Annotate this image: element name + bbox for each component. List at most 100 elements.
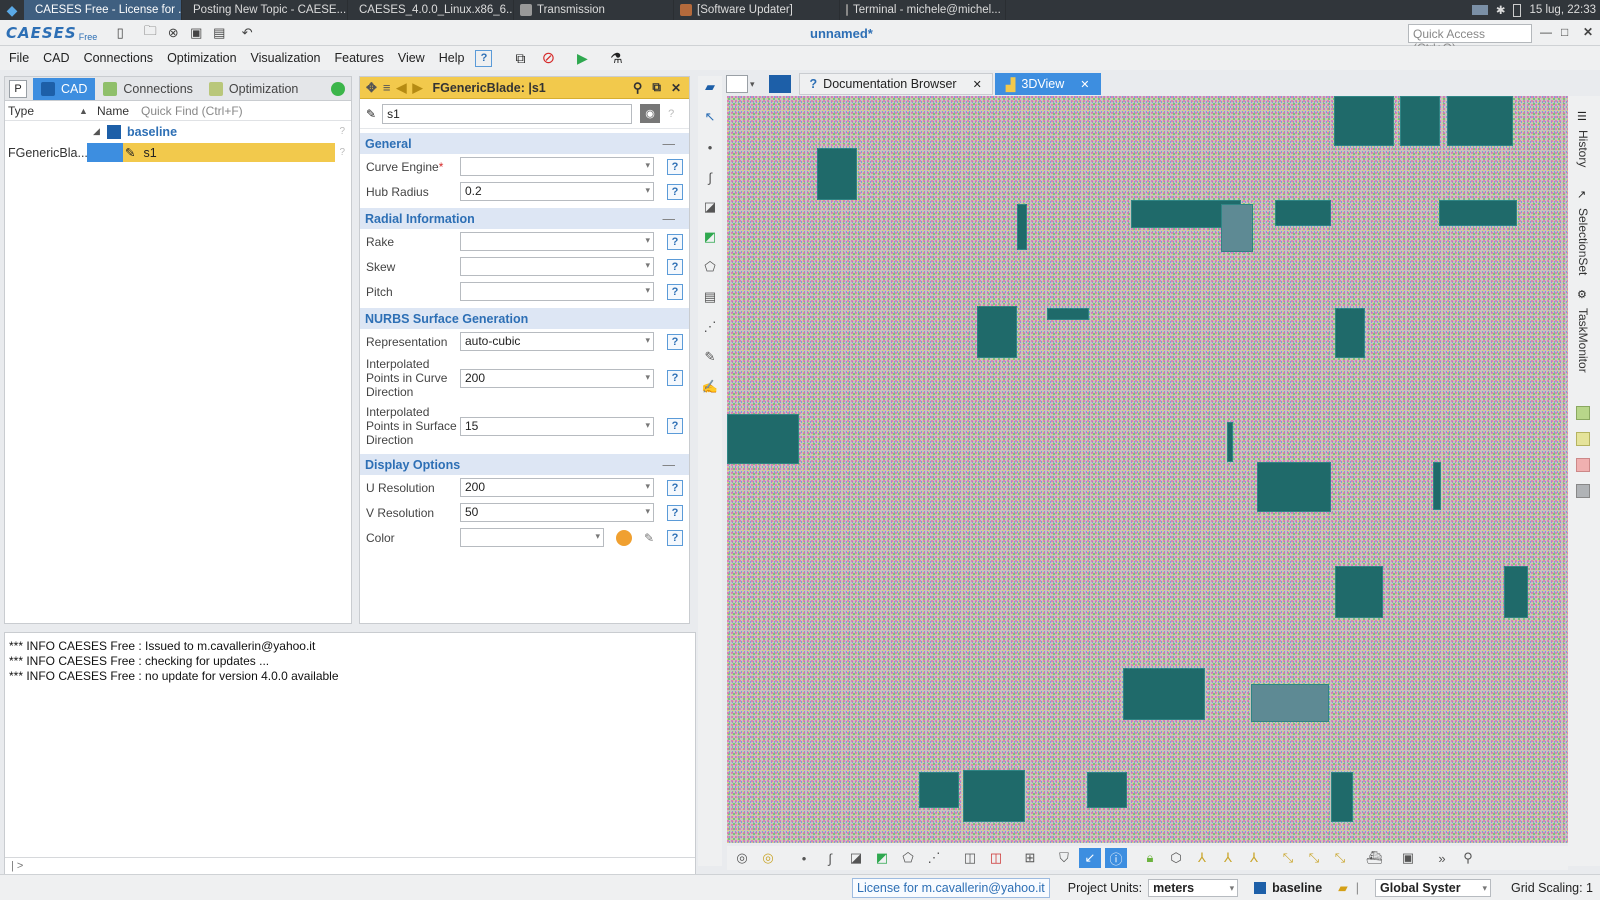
tree-item-baseline[interactable]: ◢ baseline ? xyxy=(5,121,351,142)
copy-window-icon[interactable]: ⧉ xyxy=(510,48,530,68)
copy-icon[interactable]: ⧉ xyxy=(652,80,661,95)
section-display-options[interactable]: Display Options — xyxy=(360,454,689,475)
close-project-icon[interactable]: ⊗ xyxy=(164,24,182,42)
clip-remove-icon[interactable]: ◫ xyxy=(985,848,1007,868)
view-x-icon[interactable]: ⤡ xyxy=(1277,848,1299,868)
clock[interactable]: 15 lug, 22:33 xyxy=(1529,4,1596,16)
surface-icon[interactable]: ◪ xyxy=(845,848,867,868)
v-resolution-input[interactable]: 50 ▾ xyxy=(460,503,654,522)
screenshot-icon[interactable]: ▣ xyxy=(1397,848,1419,868)
close-icon[interactable]: ✕ xyxy=(671,81,681,95)
help-button[interactable]: ? xyxy=(667,283,683,300)
maximize-icon[interactable]: □ xyxy=(1561,25,1568,39)
polyline-icon[interactable]: ⋰ xyxy=(701,318,719,336)
task-monitor-icon[interactable]: ⚙ xyxy=(1577,288,1587,301)
pin-icon[interactable]: ✥ xyxy=(366,80,377,96)
task-transmission[interactable]: Transmission xyxy=(514,0,674,20)
grid-icon[interactable]: ⊞ xyxy=(1019,848,1041,868)
lock-icon[interactable]: 🔒︎ xyxy=(1139,848,1161,868)
collapse-arrow-icon[interactable]: ◢ xyxy=(93,126,107,137)
tab-documentation-browser[interactable]: ? Documentation Browser ✕ xyxy=(798,73,993,95)
select-icon[interactable]: ↙ xyxy=(1079,848,1101,868)
history-icon[interactable]: ☰ xyxy=(1577,110,1587,123)
help-button[interactable]: ? xyxy=(667,529,683,546)
panel-toggle-icon[interactable]: ▯ xyxy=(111,24,129,42)
curve-icon[interactable]: ∫ xyxy=(701,168,719,186)
dropdown-arrow-icon[interactable]: ▾ xyxy=(645,372,650,383)
undo-icon[interactable]: ↶ xyxy=(238,24,256,42)
dropdown-arrow-icon[interactable]: ▾ xyxy=(595,531,600,542)
license-link[interactable]: License for m.cavallerin@yahoo.it xyxy=(852,877,1050,898)
blade-alt-icon[interactable]: ✍ xyxy=(701,378,719,396)
task-updater[interactable]: [Software Updater] xyxy=(674,0,840,20)
task-caeses[interactable]: CAESES Free - License for ... xyxy=(24,0,182,20)
tree-item-s1[interactable]: FGenericBla... ✎ s1 ? xyxy=(5,142,351,163)
axis-x-icon[interactable]: ⅄ xyxy=(1217,848,1239,868)
yellow-square-icon[interactable] xyxy=(1576,432,1590,446)
selection-icon[interactable]: ↗ xyxy=(1577,188,1586,201)
collapse-icon[interactable]: — xyxy=(663,212,676,226)
u-resolution-input[interactable]: 200 ▾ xyxy=(460,478,654,497)
representation-select[interactable]: auto-cubic ▾ xyxy=(460,332,654,351)
dropdown-arrow-icon[interactable]: ▾ xyxy=(645,506,650,517)
search-icon[interactable]: ⚲ xyxy=(633,80,643,96)
menu-connections[interactable]: Connections xyxy=(77,51,161,65)
help-icon[interactable]: ? xyxy=(668,108,674,120)
task-folder[interactable]: CAESES_4.0.0_Linux.x86_6... xyxy=(348,0,514,20)
color-picker-icon[interactable] xyxy=(616,529,632,546)
stop-icon[interactable]: ⊘ xyxy=(538,48,558,68)
help-icon[interactable]: ? xyxy=(475,49,493,67)
visibility-icon[interactable]: ◉ xyxy=(640,104,661,123)
tab-optimization[interactable]: Optimization xyxy=(201,78,306,100)
menu-file[interactable]: File xyxy=(2,51,36,65)
surface-green-icon[interactable]: ◩ xyxy=(701,228,719,246)
coordinate-system-select[interactable]: Global Syster ▾ xyxy=(1375,878,1492,897)
help-button[interactable]: ? xyxy=(667,479,683,496)
object-name-input[interactable]: s1 xyxy=(382,103,633,124)
polyline-icon[interactable]: ⋰ xyxy=(923,848,945,868)
interp-curve-input[interactable]: 200 ▾ xyxy=(460,368,654,388)
axis-xyz-icon[interactable]: ⅄ xyxy=(1191,848,1213,868)
collapse-icon[interactable]: — xyxy=(663,137,676,151)
help-button[interactable]: ? xyxy=(667,233,683,250)
3d-viewport[interactable] xyxy=(727,96,1568,843)
command-prompt-input[interactable]: | > xyxy=(5,857,695,875)
axis-y-icon[interactable]: ⅄ xyxy=(1243,848,1265,868)
solid-icon[interactable]: ⬠ xyxy=(701,258,719,276)
section-nurbs-surface-generation[interactable]: NURBS Surface Generation xyxy=(360,308,689,329)
project-units-select[interactable]: meters ▾ xyxy=(1148,878,1239,897)
dropdown-arrow-icon[interactable]: ▾ xyxy=(645,260,650,271)
help-button[interactable]: ? xyxy=(667,333,683,350)
task-terminal[interactable]: Terminal - michele@michel... xyxy=(840,0,1006,20)
curve-icon[interactable]: ∫ xyxy=(819,848,841,868)
edit-color-icon[interactable]: ✎ xyxy=(644,531,654,545)
section-radial-information[interactable]: Radial Information — xyxy=(360,208,689,229)
save-as-icon[interactable]: ▤ xyxy=(210,24,228,42)
help-button[interactable]: ? xyxy=(667,504,683,521)
help-button[interactable]: ? xyxy=(667,258,683,275)
color-select[interactable]: ▾ xyxy=(460,528,604,547)
point-icon[interactable]: • xyxy=(701,138,719,156)
forward-arrow-icon[interactable]: ▶ xyxy=(413,80,423,96)
close-tab-icon[interactable]: ✕ xyxy=(1080,78,1089,91)
dropdown-arrow-icon[interactable]: ▾ xyxy=(645,335,650,346)
help-icon[interactable]: ? xyxy=(339,147,345,158)
select-arrow-icon[interactable]: ↖ xyxy=(701,108,719,126)
side-tab-selectionset[interactable]: SelectionSet xyxy=(1576,208,1590,275)
network-icon[interactable] xyxy=(1471,5,1488,15)
dropdown-arrow-icon[interactable]: ▾ xyxy=(645,481,650,492)
help-button[interactable]: ? xyxy=(667,183,683,200)
cad-view-icon[interactable] xyxy=(768,75,791,93)
info-icon[interactable]: ⓘ xyxy=(1105,848,1127,868)
open-folder-icon[interactable]: 🗀 xyxy=(141,23,159,42)
dropdown-arrow-icon[interactable]: ▾ xyxy=(1230,883,1235,894)
task-firefox[interactable]: Posting New Topic - CAESE... xyxy=(182,0,348,20)
start-menu-icon[interactable]: ◆ xyxy=(0,0,24,20)
quick-access-input[interactable]: Quick Access (Ctrl+Q) xyxy=(1408,24,1532,55)
help-button[interactable]: ? xyxy=(667,158,683,175)
dropdown-arrow-icon[interactable]: ▾ xyxy=(645,285,650,296)
close-tab-icon[interactable]: ✕ xyxy=(973,78,982,91)
p-button[interactable]: P xyxy=(9,79,27,98)
battery-icon[interactable] xyxy=(1513,3,1522,17)
save-icon[interactable]: ▣ xyxy=(187,24,205,42)
